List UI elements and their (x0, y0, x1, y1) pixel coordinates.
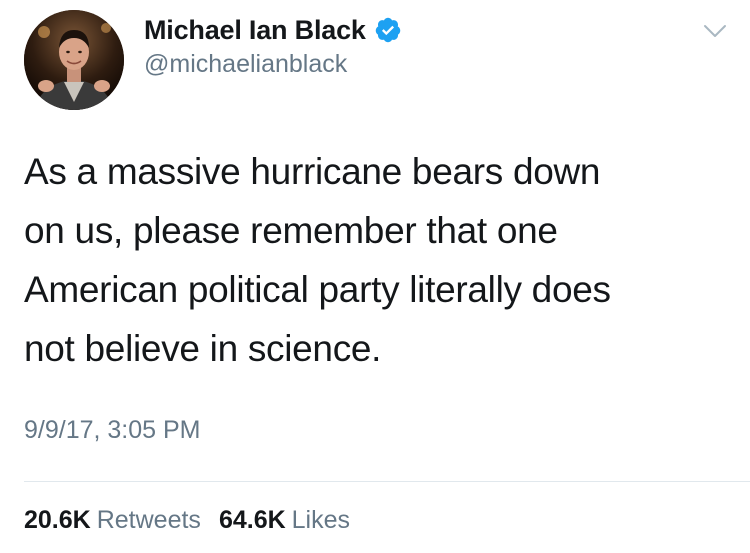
author-handle[interactable]: @michaelianblack (144, 50, 347, 79)
divider (24, 481, 750, 482)
tweet-card: Michael Ian Black @michaelianblack As a … (0, 0, 750, 553)
verified-badge-icon (374, 16, 402, 44)
tweet-stats: 20.6K Retweets 64.6K Likes (24, 506, 368, 535)
author-name-row: Michael Ian Black (144, 10, 402, 50)
tweet-text-line: As a massive hurricane bears down (24, 151, 601, 192)
tweet-timestamp[interactable]: 9/9/17, 3:05 PM (24, 416, 201, 445)
author-avatar[interactable] (24, 10, 124, 110)
likes-count: 64.6K (218, 506, 286, 534)
likes-stat[interactable]: 64.6K Likes (219, 506, 350, 535)
tweet-text-line: not believe in science. (24, 328, 382, 369)
likes-label: Likes (291, 506, 351, 534)
avatar-photo (24, 10, 124, 110)
author-display-name[interactable]: Michael Ian Black (144, 15, 366, 46)
chevron-down-icon[interactable] (702, 22, 728, 40)
tweet-text-line: American political party literally does (24, 269, 611, 310)
retweets-stat[interactable]: 20.6K Retweets (24, 506, 201, 535)
tweet-text: As a massive hurricane bears down on us,… (24, 142, 724, 378)
tweet-text-line: on us, please remember that one (24, 210, 558, 251)
retweets-count: 20.6K (24, 506, 91, 534)
retweets-label: Retweets (96, 506, 201, 534)
